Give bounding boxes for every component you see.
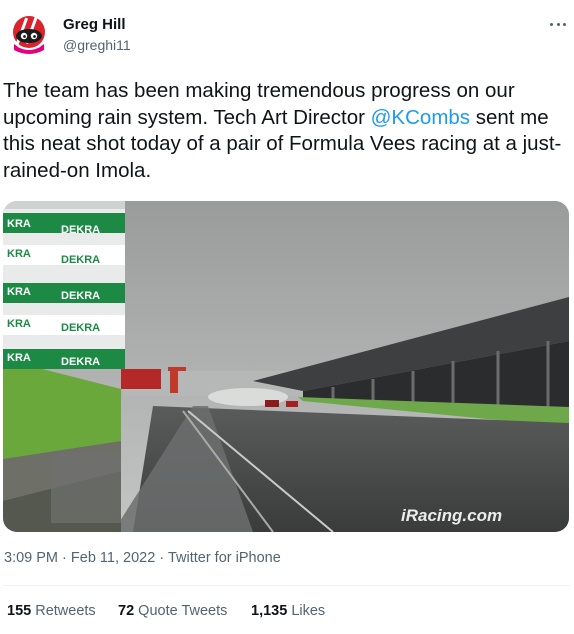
tweet-source[interactable]: Twitter for iPhone [168, 550, 281, 566]
retweets-count: 155 [7, 603, 32, 619]
sign-text-5: KRA [7, 286, 31, 298]
likes-label: Likes [291, 603, 326, 619]
quote-tweets-stat[interactable]: 72 Quote Tweets [118, 603, 227, 619]
retweets-stat[interactable]: 155 Retweets [7, 603, 96, 619]
watermark: iRacing.com [401, 506, 502, 525]
tweet-meta: 3:09 PM · Feb 11, 2022 · Twitter for iPh… [4, 550, 281, 566]
sign-text-9: KRA [7, 352, 31, 364]
race-photo: KRA DEKRA KRA DEKRA KRA DEKRA KRA DEKRA … [3, 201, 569, 532]
sign-text-3: KRA [7, 248, 31, 260]
avatar[interactable] [6, 12, 52, 58]
quotes-count: 72 [118, 603, 135, 619]
likes-count: 1,135 [251, 603, 288, 619]
more-dots-icon[interactable] [548, 18, 568, 32]
divider [3, 585, 571, 586]
mention-link[interactable]: @KCombs [371, 106, 470, 129]
tweet-header: Greg Hill @greghi11 [0, 0, 574, 70]
tweet-photo[interactable]: KRA DEKRA KRA DEKRA KRA DEKRA KRA DEKRA … [3, 201, 569, 532]
sign-text-8: DEKRA [61, 322, 100, 334]
sign-text-1: KRA [7, 218, 31, 230]
cartoon-helmet-avatar-icon [13, 16, 45, 54]
retweets-label: Retweets [35, 603, 96, 619]
tweet-text: The team has been making tremendous prog… [3, 78, 571, 184]
meta-separator: · [62, 550, 67, 566]
sign-text-6: DEKRA [61, 290, 100, 302]
author-name[interactable]: Greg Hill [63, 16, 126, 33]
quotes-label: Quote Tweets [138, 603, 228, 619]
sign-text-4: DEKRA [61, 254, 100, 266]
sign-text-10: DEKRA [61, 356, 100, 368]
sign-text-2: DEKRA [61, 224, 100, 236]
meta-separator: · [159, 550, 165, 566]
tweet-date[interactable]: Feb 11, 2022 [71, 550, 155, 566]
likes-stat[interactable]: 1,135 Likes [251, 603, 325, 619]
tweet-time[interactable]: 3:09 PM [4, 550, 58, 566]
sign-text-7: KRA [7, 318, 31, 330]
author-handle[interactable]: @greghi11 [63, 37, 131, 53]
